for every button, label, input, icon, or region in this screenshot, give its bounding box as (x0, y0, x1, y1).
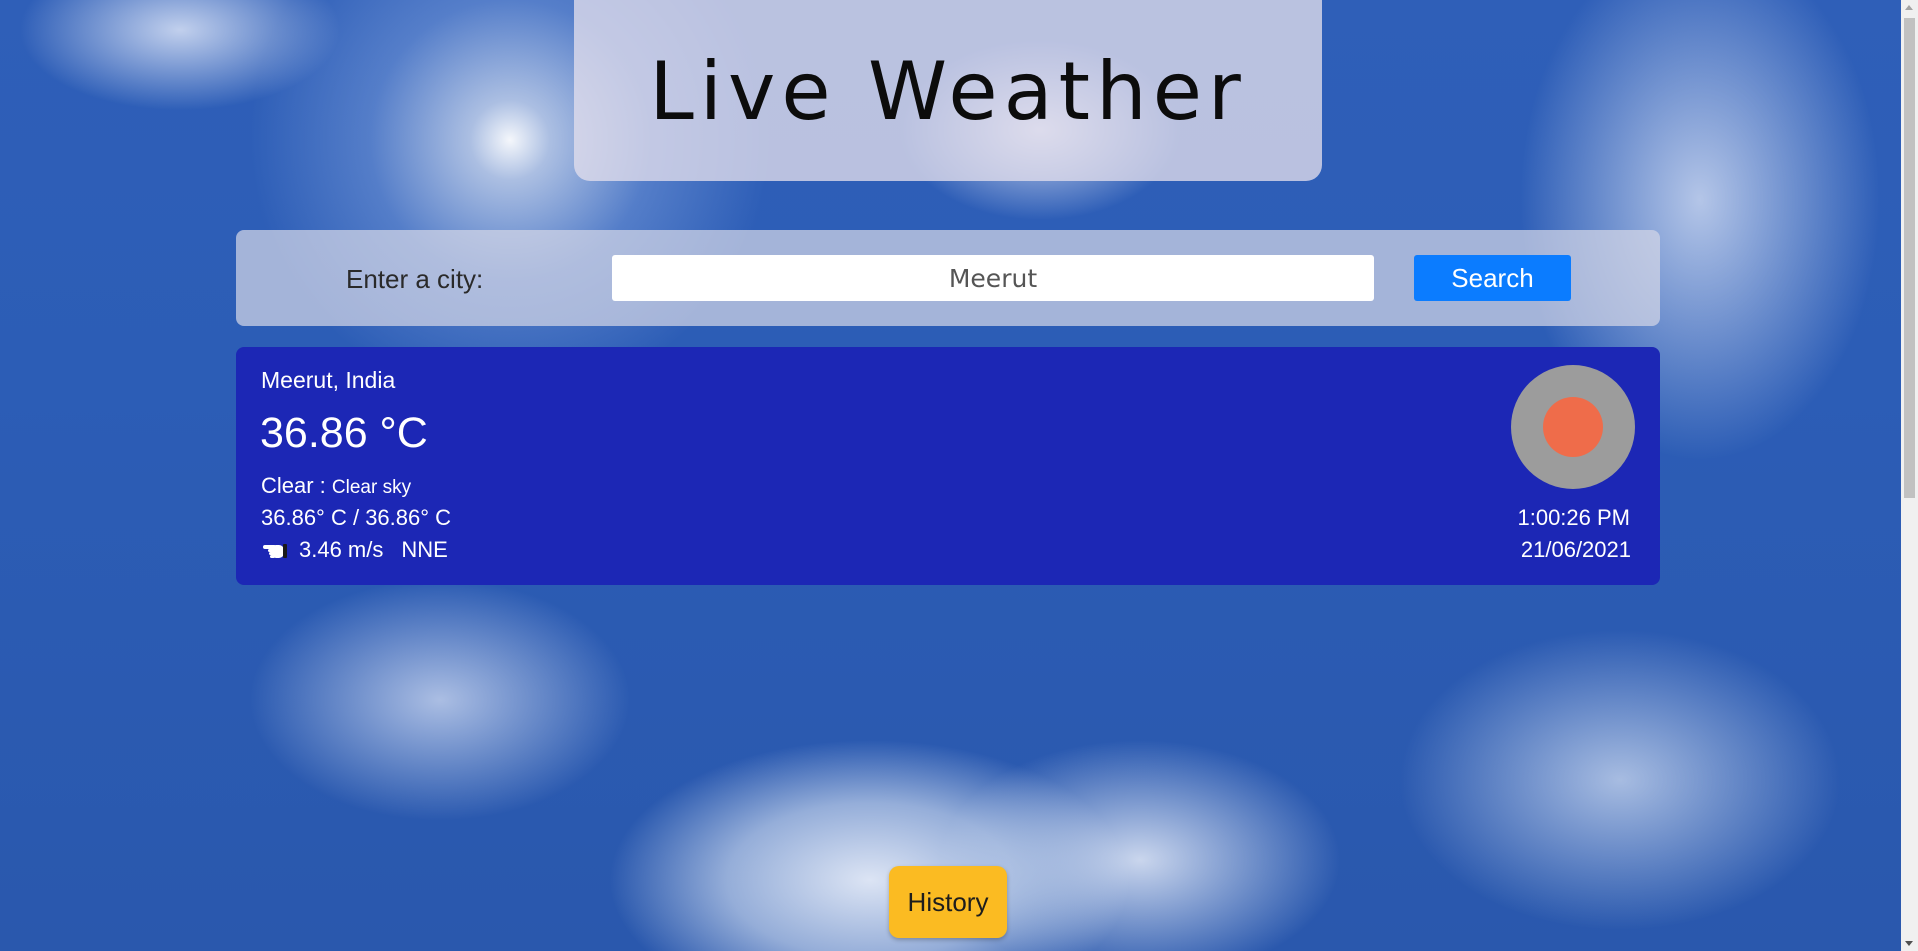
city-label: Enter a city: (346, 264, 484, 294)
wind-direction: NNE (401, 537, 448, 562)
search-bar: Enter a city: Search (236, 230, 1660, 326)
pointing-hand-icon (261, 539, 289, 561)
wind-info: 3.46 m/s NNE (261, 537, 448, 563)
scroll-up-arrow-icon[interactable] (1905, 5, 1913, 10)
scroll-down-arrow-icon[interactable] (1905, 941, 1913, 946)
wind-speed: 3.46 m/s (299, 537, 384, 562)
page-title: Live Weather (649, 45, 1247, 138)
min-max-temperature: 36.86° C / 36.86° C (261, 505, 452, 530)
scrollbar-thumb[interactable] (1904, 18, 1915, 498)
location-label: Meerut, India (261, 367, 396, 393)
sun-icon (1543, 397, 1603, 457)
title-card: Live Weather (574, 0, 1322, 181)
city-input[interactable] (612, 255, 1374, 301)
search-button[interactable]: Search (1414, 255, 1571, 301)
vertical-scrollbar[interactable] (1901, 0, 1918, 951)
condition-description: Clear sky (331, 477, 412, 498)
weather-condition: Clear : Clear sky (261, 473, 411, 499)
local-time: 1:00:26 PM (1517, 505, 1630, 530)
condition-main: Clear : (261, 473, 332, 498)
temperature-value: 36.86 °C (260, 409, 428, 457)
clear-sky-sun-icon (1511, 365, 1635, 489)
weather-card: Meerut, India 36.86 °C Clear : Clear sky… (236, 347, 1660, 585)
history-button[interactable]: History (889, 866, 1007, 938)
local-date: 21/06/2021 (1520, 537, 1631, 562)
